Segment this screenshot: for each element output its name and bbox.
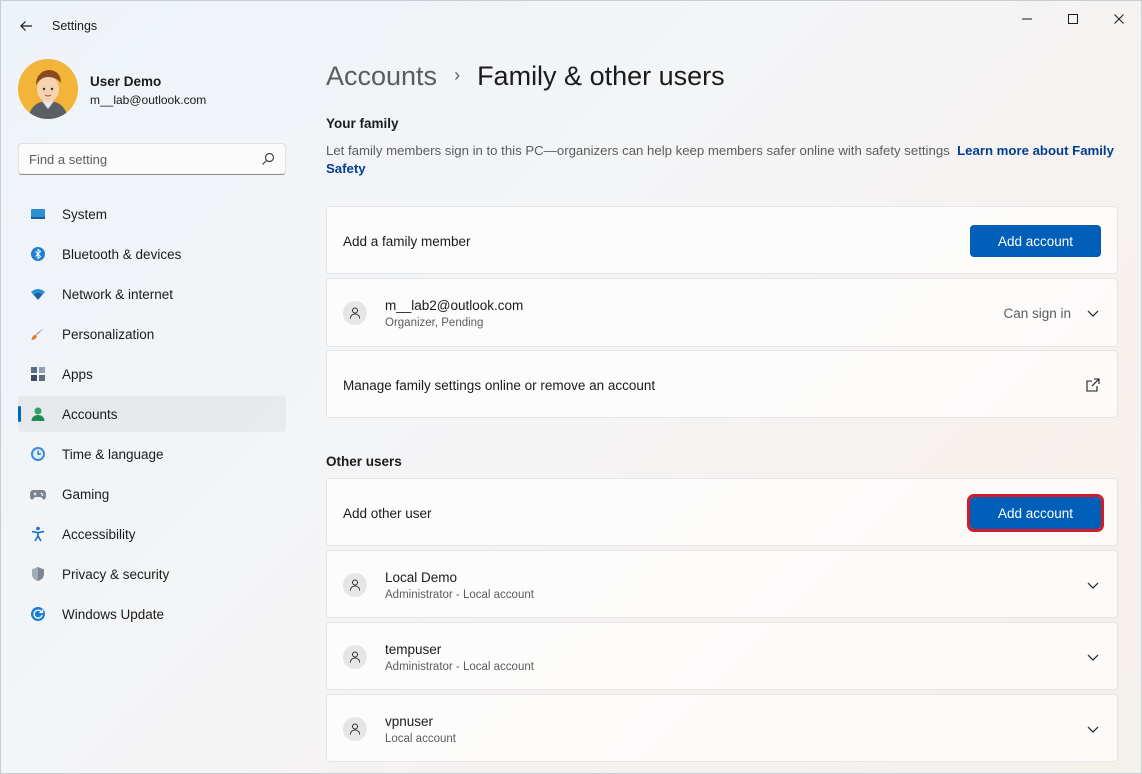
sidebar-item-windows-update[interactable]: Windows Update xyxy=(18,596,286,632)
shield-icon xyxy=(32,567,44,581)
update-icon xyxy=(31,607,45,621)
search-icon[interactable] xyxy=(261,152,275,166)
user-row[interactable]: tempuser Administrator - Local account xyxy=(326,622,1118,690)
clock-icon xyxy=(31,447,45,461)
brush-icon xyxy=(31,328,44,340)
sidebar-nav: System Bluetooth & devices Network & int… xyxy=(18,196,286,636)
user-avatar-icon xyxy=(18,59,78,119)
chevron-down-icon[interactable] xyxy=(1085,649,1101,665)
person-icon xyxy=(350,723,360,735)
sidebar-item-label: Personalization xyxy=(62,327,155,342)
family-description: Let family members sign in to this PC—or… xyxy=(326,142,1116,178)
title-bar: Settings xyxy=(1,1,1141,49)
sidebar-item-time-language[interactable]: Time & language xyxy=(18,436,286,472)
user-row[interactable]: vpnuser Local account xyxy=(326,694,1118,762)
profile-name: User Demo xyxy=(90,74,162,89)
manage-family-card[interactable]: Manage family settings online or remove … xyxy=(326,350,1118,418)
add-family-member-label: Add a family member xyxy=(343,234,471,249)
user-icon xyxy=(343,301,367,325)
sidebar-item-accounts[interactable]: Accounts xyxy=(18,396,286,432)
add-family-account-button[interactable]: Add account xyxy=(970,225,1101,257)
breadcrumb: Accounts › Family & other users xyxy=(326,61,725,92)
maximize-icon xyxy=(1068,14,1078,24)
family-member-role: Organizer, Pending xyxy=(385,317,484,329)
user-name: Local Demo xyxy=(385,570,458,585)
sidebar-item-label: Gaming xyxy=(62,487,110,502)
breadcrumb-parent[interactable]: Accounts xyxy=(326,61,437,91)
sidebar-item-bluetooth[interactable]: Bluetooth & devices xyxy=(18,236,286,272)
minimize-icon xyxy=(1022,18,1032,20)
section-title-your-family: Your family xyxy=(326,116,399,131)
chevron-down-icon[interactable] xyxy=(1085,577,1101,593)
family-member-status: Can sign in xyxy=(1003,306,1071,321)
maximize-button[interactable] xyxy=(1053,7,1093,31)
sidebar-item-gaming[interactable]: Gaming xyxy=(18,476,286,512)
back-arrow-icon xyxy=(20,21,32,31)
chevron-down-icon[interactable] xyxy=(1085,305,1101,321)
user-icon xyxy=(343,717,367,741)
user-icon xyxy=(343,573,367,597)
sidebar-item-label: Time & language xyxy=(62,447,164,462)
external-link-icon xyxy=(1086,378,1100,392)
sidebar-item-label: Windows Update xyxy=(62,607,165,622)
sidebar-item-network[interactable]: Network & internet xyxy=(18,276,286,312)
sidebar-item-accessibility[interactable]: Accessibility xyxy=(18,516,286,552)
minimize-button[interactable] xyxy=(1007,7,1047,31)
chevron-down-icon[interactable] xyxy=(1085,721,1101,737)
add-other-user-label: Add other user xyxy=(343,506,432,521)
family-member-email: m__lab2@outlook.com xyxy=(385,298,524,313)
sidebar-item-system[interactable]: System xyxy=(18,196,286,232)
user-account-type: Administrator - Local account xyxy=(385,589,534,601)
user-name: vpnuser xyxy=(385,714,434,729)
add-other-user-card: Add other user Add account xyxy=(326,478,1118,546)
add-family-member-card: Add a family member Add account xyxy=(326,206,1118,274)
section-title-other-users: Other users xyxy=(326,454,402,469)
system-icon xyxy=(31,209,45,219)
avatar[interactable] xyxy=(18,59,78,119)
profile-email: m__lab@outlook.com xyxy=(90,93,207,107)
user-name: tempuser xyxy=(385,642,442,657)
manage-family-label: Manage family settings online or remove … xyxy=(343,378,656,393)
sidebar-item-label: Privacy & security xyxy=(62,567,170,582)
person-icon xyxy=(350,651,360,663)
bluetooth-icon xyxy=(31,247,45,261)
sidebar-item-label: Accounts xyxy=(62,407,118,422)
network-icon xyxy=(31,289,45,300)
settings-window: Settings User Demo m__lab@outlook.com Fi… xyxy=(0,0,1142,774)
close-button[interactable] xyxy=(1099,7,1139,31)
breadcrumb-separator: › xyxy=(454,65,461,85)
person-icon xyxy=(350,579,360,591)
accounts-icon xyxy=(31,407,45,421)
user-account-type: Local account xyxy=(385,733,456,745)
sidebar-item-label: Network & internet xyxy=(62,287,174,302)
apps-icon xyxy=(31,367,45,381)
sidebar-item-label: Apps xyxy=(62,367,93,382)
sidebar-item-label: System xyxy=(62,207,108,222)
person-icon xyxy=(350,307,360,319)
sidebar-item-label: Bluetooth & devices xyxy=(62,247,182,262)
gamepad-icon xyxy=(30,490,46,500)
user-icon xyxy=(343,645,367,669)
page-title: Family & other users xyxy=(477,61,725,91)
family-description-text: Let family members sign in to this PC—or… xyxy=(326,143,950,158)
sidebar-item-privacy[interactable]: Privacy & security xyxy=(18,556,286,592)
user-account-type: Administrator - Local account xyxy=(385,661,534,673)
user-row[interactable]: Local Demo Administrator - Local account xyxy=(326,550,1118,618)
search-input[interactable] xyxy=(19,144,249,174)
sidebar-item-personalization[interactable]: Personalization xyxy=(18,316,286,352)
add-other-account-button[interactable]: Add account xyxy=(967,494,1104,532)
app-title: Settings xyxy=(52,19,98,33)
family-member-row[interactable]: m__lab2@outlook.com Organizer, Pending C… xyxy=(326,278,1118,347)
sidebar-item-apps[interactable]: Apps xyxy=(18,356,286,392)
sidebar-item-label: Accessibility xyxy=(62,527,136,542)
close-icon xyxy=(1114,14,1124,24)
search-box xyxy=(18,143,286,175)
back-button[interactable] xyxy=(13,13,39,39)
accessibility-icon xyxy=(31,526,45,542)
